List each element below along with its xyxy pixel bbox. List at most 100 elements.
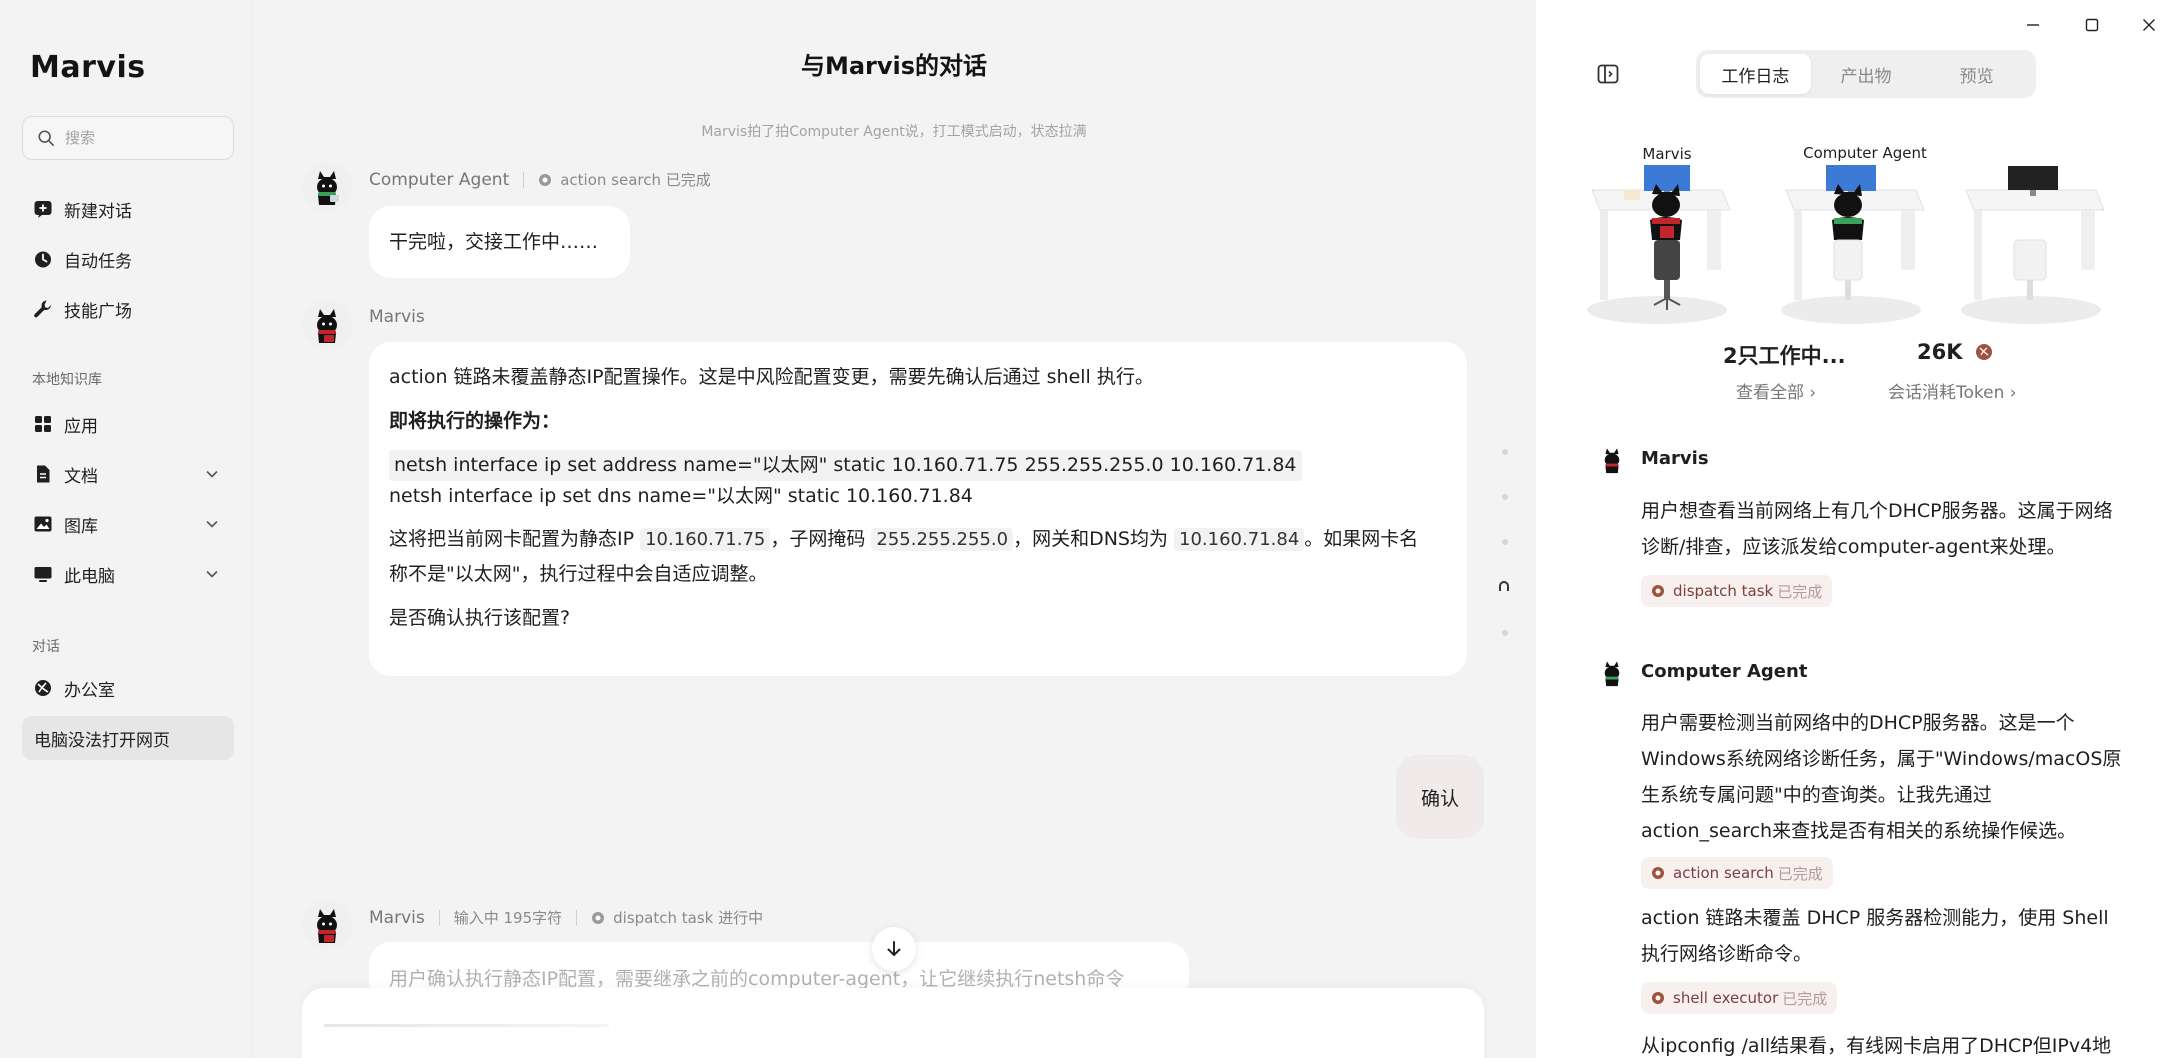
token-usage-link[interactable]: 会话消耗Token ›: [1888, 378, 2017, 403]
nav-rail-dot[interactable]: [1502, 630, 1508, 636]
minimize-button[interactable]: [2016, 8, 2050, 42]
rail-current-icon[interactable]: [1497, 579, 1511, 595]
status-gear-icon: [592, 911, 605, 924]
this-pc-label: 此电脑: [64, 566, 115, 587]
right-panel: 工作日志 产出物 预览 Marvis Computer Agent 2只工作中.…: [1536, 0, 2167, 1058]
msg2-line1: action 链路未覆盖静态IP配置操作。这是中风险配置变更，需要先确认后通过 …: [389, 366, 1154, 388]
msg2-question: 是否确认执行该配置?: [389, 607, 571, 629]
log-line: 执行网络诊断命令。: [1641, 943, 1813, 965]
log-entry-name: Marvis: [1641, 448, 1709, 469]
separator: [438, 909, 440, 926]
separator: [523, 171, 525, 188]
sidebar-item-apps[interactable]: 应用: [22, 402, 234, 446]
action-search-chip[interactable]: action search 已完成: [1641, 857, 1833, 889]
panel-toggle-icon[interactable]: [1596, 62, 1620, 86]
msg1-status: action search 已完成: [538, 169, 711, 190]
code-block: netsh interface ip set address name="以太网…: [389, 450, 1447, 512]
wrench-icon: [32, 298, 54, 320]
current-conversation-label: 电脑没法打开网页: [34, 730, 170, 751]
msg3-header: Marvis 输入中 195字符 dispatch task 进行中: [369, 907, 763, 928]
skills-label: 技能广场: [64, 301, 132, 322]
user-message-bubble: 确认: [1396, 755, 1484, 839]
code-line-1: netsh interface ip set address name="以太网…: [389, 450, 1302, 481]
view-all-label: 查看全部: [1736, 383, 1804, 403]
shell-executor-chip[interactable]: shell executor 已完成: [1641, 982, 1838, 1014]
arrow-down-icon: [887, 941, 901, 956]
msg2-bubble: action 链路未覆盖静态IP配置操作。这是中风险配置变更，需要先确认后通过 …: [369, 342, 1467, 676]
text-segment: 。如果网卡名: [1304, 528, 1419, 550]
token-usage-label: 会话消耗Token: [1888, 383, 2005, 403]
log-entry-text: 从ipconfig /all结果看，有线网卡启用了DHCP但IPv4地: [1641, 1028, 2111, 1058]
task-gear-icon: [1652, 992, 1664, 1004]
view-all-link[interactable]: 查看全部 ›: [1736, 378, 1816, 403]
msg1-bubble: 干完啦，交接工作中……: [369, 206, 630, 278]
system-note: Marvis拍了拍Computer Agent说，打工模式启动，状态拉满: [701, 124, 1087, 140]
task-gear-icon: [1652, 585, 1664, 597]
app-brand: Marvis: [30, 50, 146, 85]
msg1-status-state: 已完成: [665, 171, 711, 189]
gateway-code: 10.160.71.84: [1174, 528, 1305, 551]
office-icon: [32, 677, 54, 699]
status-gear-icon: [539, 173, 552, 186]
auto-task-button[interactable]: 自动任务: [22, 237, 234, 281]
office-label: 办公室: [64, 680, 115, 701]
maximize-button[interactable]: [2075, 8, 2109, 42]
nav-rail-dot[interactable]: [1502, 494, 1508, 500]
dispatch-task-chip[interactable]: dispatch task 已完成: [1641, 575, 1833, 607]
sidebar-item-office[interactable]: 办公室: [22, 666, 234, 710]
msg3-status-state: 进行中: [718, 909, 764, 927]
close-button[interactable]: [2132, 8, 2166, 42]
skills-button[interactable]: 技能广场: [22, 287, 234, 331]
sidebar-item-this-pc[interactable]: 此电脑: [22, 552, 234, 596]
log-entry-text: 用户需要检测当前网络中的DHCP服务器。这是一个 Windows系统网络诊断任务…: [1641, 705, 2121, 849]
search-icon: [38, 130, 55, 147]
typing-indicator: 输入中 195字符: [453, 909, 563, 927]
sidebar-item-docs[interactable]: 文档: [22, 452, 234, 496]
task-gear-icon: [1652, 867, 1664, 879]
sidebar-item-current-conversation[interactable]: 电脑没法打开网页: [22, 716, 234, 760]
nav-rail-dot[interactable]: [1502, 449, 1508, 455]
msg1-header: Computer Agent action search 已完成: [369, 169, 711, 190]
conv-section-label: 对话: [32, 639, 60, 655]
log-line: 诊断/排查，应该派发给computer-agent来处理。: [1641, 536, 2066, 558]
new-chat-icon: [32, 198, 54, 220]
chevron-down-icon[interactable]: [204, 466, 220, 482]
new-chat-button[interactable]: 新建对话: [22, 187, 234, 231]
image-icon: [32, 513, 54, 535]
marvis-log-avatar: [1604, 448, 1620, 474]
marvis-workstation-illustration: [1587, 165, 1731, 324]
marvis-avatar: [302, 900, 352, 950]
chevron-down-icon[interactable]: [204, 516, 220, 532]
token-coin-icon: [1975, 344, 1992, 360]
log-line: action_search来查找是否有相关的系统操作候选。: [1641, 820, 2077, 842]
text-segment: 这将把当前网卡配置为静态IP: [389, 528, 641, 550]
log-line: 用户需要检测当前网络中的DHCP服务器。这是一个: [1641, 712, 2075, 734]
msg2-sender: Marvis: [369, 307, 425, 327]
text-segment: ，子网掩码: [770, 528, 872, 550]
tab-work-log[interactable]: 工作日志: [1700, 54, 1811, 94]
chevron-down-icon[interactable]: [204, 566, 220, 582]
msg2-header: Marvis: [369, 307, 425, 327]
mask-code: 255.255.255.0: [871, 528, 1014, 551]
log-line: 生系统专属问题"中的查询类。让我先通过: [1641, 784, 1992, 806]
nav-rail-dot[interactable]: [1502, 539, 1508, 545]
gallery-label: 图库: [64, 516, 98, 537]
search-box[interactable]: [22, 116, 234, 160]
clock-icon: [32, 248, 54, 270]
msg3-sender: Marvis: [369, 907, 425, 928]
tab-preview[interactable]: 预览: [1921, 54, 2032, 94]
docs-label: 文档: [64, 466, 98, 487]
log-line: 用户想查看当前网络上有几个DHCP服务器。这属于网络: [1641, 500, 2113, 522]
computer-agent-log-avatar: [1604, 661, 1620, 687]
code-line-2: netsh interface ip set dns name="以太网" st…: [389, 485, 973, 507]
chip-name: action search: [1673, 864, 1774, 882]
conversation-title: 与Marvis的对话: [800, 52, 988, 80]
tab-artifacts[interactable]: 产出物: [1811, 54, 1922, 94]
search-input[interactable]: [65, 129, 225, 147]
scroll-to-bottom-button[interactable]: [872, 927, 916, 971]
log-entry-text: 用户想查看当前网络上有几个DHCP服务器。这属于网络 诊断/排查，应该派发给co…: [1641, 493, 2113, 565]
monitor-icon: [32, 563, 54, 585]
message-composer[interactable]: [302, 988, 1484, 1058]
sidebar-item-gallery[interactable]: 图库: [22, 502, 234, 546]
chip-state: 已完成: [1777, 582, 1823, 601]
